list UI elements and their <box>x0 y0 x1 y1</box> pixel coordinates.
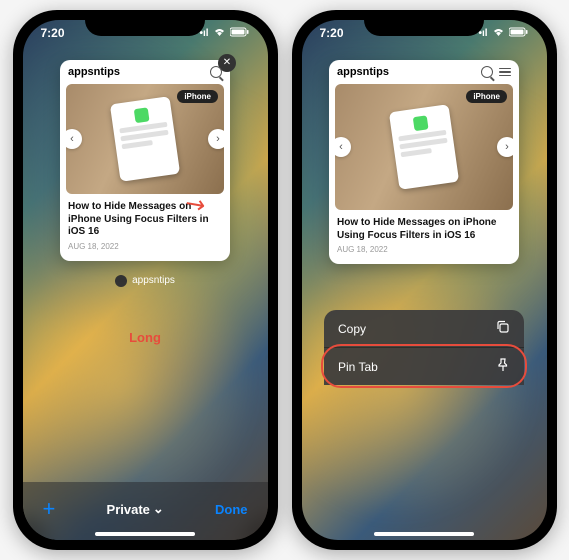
phone-right: 7:20 •ıl appsntips <box>292 10 557 550</box>
site-name: appsntips <box>68 66 120 78</box>
menu-item-copy[interactable]: Copy <box>324 310 524 348</box>
prev-arrow[interactable]: ‹ <box>335 137 351 157</box>
next-arrow[interactable]: › <box>208 129 224 149</box>
menu-item-pin-tab[interactable]: Pin Tab <box>324 348 524 385</box>
pin-icon <box>496 358 510 375</box>
site-name: appsntips <box>337 66 389 78</box>
category-pill: iPhone <box>466 90 507 103</box>
clock: 7:20 <box>320 26 344 40</box>
context-menu: Copy Pin Tab <box>324 310 524 385</box>
tab-label-text: appsntips <box>132 275 175 286</box>
battery-icon <box>509 27 529 40</box>
screen-left: 7:20 •ıl ✕ appsntips <box>23 20 268 540</box>
article-title: How to Hide Messages on iPhone Using Foc… <box>68 201 222 239</box>
article-thumbnail: iPhone ‹ › <box>66 84 224 194</box>
prev-arrow[interactable]: ‹ <box>66 129 82 149</box>
article-date: AUG 18, 2022 <box>68 242 222 251</box>
home-indicator[interactable] <box>374 532 474 536</box>
notch <box>85 10 205 36</box>
article-thumbnail: iPhone ‹ › <box>335 84 513 210</box>
tab-card[interactable]: ✕ appsntips iPhone ‹ › <box>60 60 230 261</box>
battery-icon <box>230 27 250 40</box>
status-icons: •ıl <box>199 26 249 40</box>
category-pill: iPhone <box>177 90 218 103</box>
tab-header: appsntips <box>60 60 230 84</box>
wifi-icon <box>213 27 226 40</box>
thumbnail-device <box>110 96 180 182</box>
clock: 7:20 <box>41 26 65 40</box>
thumbnail-device <box>389 104 459 190</box>
tab-header: appsntips <box>329 60 519 84</box>
tab-card[interactable]: appsntips iPhone ‹ › How to <box>329 60 519 264</box>
copy-icon <box>496 320 510 337</box>
screen-right: 7:20 •ıl appsntips <box>302 20 547 540</box>
next-arrow[interactable]: › <box>497 137 513 157</box>
status-icons: •ıl <box>478 26 528 40</box>
menu-item-label: Copy <box>338 322 366 336</box>
menu-item-label: Pin Tab <box>338 360 378 374</box>
menu-icon[interactable] <box>499 68 511 77</box>
favicon-dot <box>115 275 127 287</box>
tab-label-row: appsntips <box>23 275 268 287</box>
article-title: How to Hide Messages on iPhone Using Foc… <box>337 217 511 242</box>
notch <box>364 10 484 36</box>
annotation-label: Long <box>129 330 161 345</box>
article-date: AUG 18, 2022 <box>337 245 511 254</box>
search-icon[interactable] <box>481 66 493 78</box>
home-indicator[interactable] <box>95 532 195 536</box>
wifi-icon <box>492 27 505 40</box>
search-icon[interactable] <box>210 66 222 78</box>
phone-left: 7:20 •ıl ✕ appsntips <box>13 10 278 550</box>
